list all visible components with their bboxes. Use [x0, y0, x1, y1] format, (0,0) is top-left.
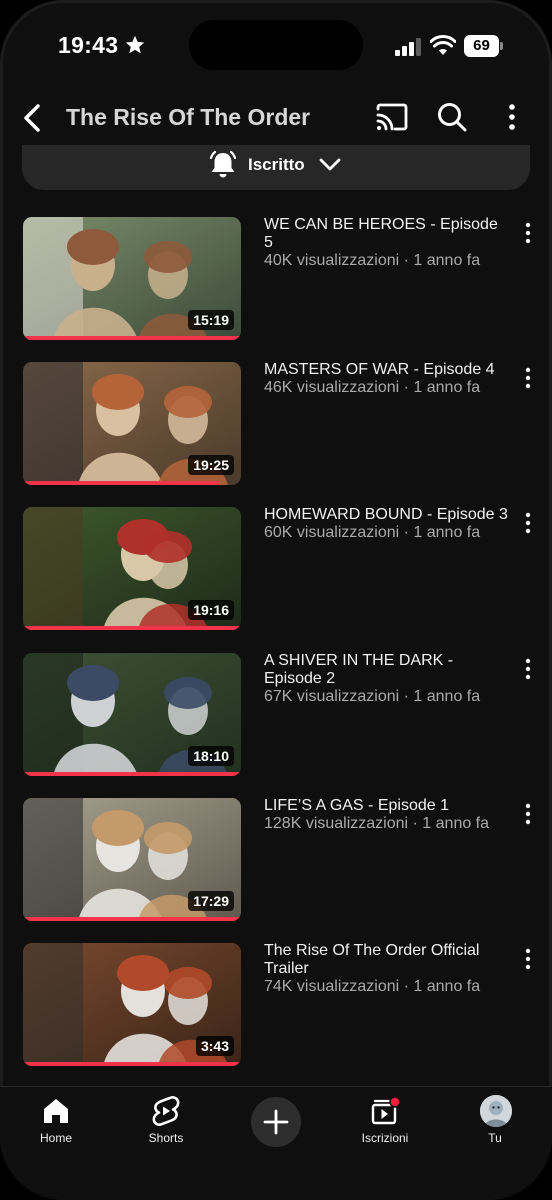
- more-options-button[interactable]: [500, 101, 524, 133]
- status-time: 19:43: [58, 32, 119, 58]
- video-thumbnail[interactable]: 3:43: [23, 943, 241, 1066]
- app-bar: The Rise Of The Order: [0, 92, 552, 144]
- video-thumbnail[interactable]: 19:16: [23, 507, 241, 631]
- dynamic-island: [189, 20, 363, 70]
- nav-shorts-label: Shorts: [148, 1131, 184, 1145]
- subscriptions-icon: [371, 1096, 401, 1125]
- video-more-options-button[interactable]: [520, 947, 536, 971]
- video-more-options-button[interactable]: [520, 802, 536, 826]
- watch-progress-bar: [23, 1062, 241, 1066]
- video-meta: 60K visualizzazioni · 1 anno fa: [264, 524, 481, 542]
- video-title[interactable]: WE CAN BE HEROES - Episode 5: [264, 216, 509, 252]
- video-meta: 67K visualizzazioni · 1 anno fa: [264, 687, 481, 705]
- watch-progress-bar: [23, 481, 220, 486]
- video-item[interactable]: 17:29 LIFE’S A GAS - Episode 1 128K visual…: [0, 797, 552, 922]
- battery-level: 69: [464, 35, 499, 57]
- avatar: [480, 1095, 512, 1127]
- video-duration: 18:10: [188, 745, 234, 766]
- nav-subscriptions-label: Iscrizioni: [361, 1131, 409, 1145]
- create-button[interactable]: [251, 1097, 301, 1147]
- video-meta: 46K visualizzazioni · 1 anno fa: [264, 379, 481, 397]
- video-meta: 74K visualizzazioni · 1 anno fa: [264, 978, 481, 995]
- status-bar: 19:43 69: [0, 0, 552, 92]
- video-more-options-button[interactable]: [520, 366, 536, 390]
- nav-you-label: Tu: [488, 1131, 502, 1145]
- video-more-options-button[interactable]: [520, 221, 536, 245]
- search-button[interactable]: [436, 101, 468, 133]
- video-item[interactable]: 3:43 The Rise Of The Order Official Trail…: [0, 942, 552, 1067]
- video-thumbnail[interactable]: 15:19: [23, 217, 241, 340]
- subscribed-label: Iscritto: [248, 155, 305, 174]
- video-meta: 40K visualizzazioni · 1 anno fa: [264, 252, 481, 269]
- shorts-icon: [152, 1096, 180, 1126]
- video-title[interactable]: A SHIVER IN THE DARK - Episode 2: [264, 652, 509, 688]
- nav-home[interactable]: Home: [16, 1087, 96, 1157]
- video-title[interactable]: LIFE’S A GAS - Episode 1: [264, 797, 509, 815]
- video-item[interactable]: 15:19 WE CAN BE HEROES - Episode 5 40K vis…: [0, 216, 552, 341]
- plus-icon: [263, 1109, 289, 1135]
- watch-progress-bar: [23, 771, 241, 776]
- video-more-options-button[interactable]: [520, 511, 536, 535]
- watch-progress-bar: [23, 336, 241, 340]
- watch-progress-bar: [23, 626, 241, 631]
- video-thumbnail[interactable]: 17:29: [23, 797, 241, 921]
- cellular-signal-icon: [395, 38, 421, 56]
- video-duration: 15:19: [188, 310, 234, 330]
- video-meta: 128K visualizzazioni · 1 anno fa: [264, 814, 490, 832]
- cast-button[interactable]: [375, 102, 409, 132]
- video-thumbnail[interactable]: 18:10: [23, 652, 241, 776]
- chevron-down-icon: [319, 158, 341, 171]
- subscribed-button[interactable]: Iscritto: [22, 145, 530, 190]
- avatar-image: [480, 1095, 512, 1127]
- video-title[interactable]: HOMEWARD BOUND - Episode 3: [264, 506, 509, 524]
- wifi-icon: [430, 35, 456, 55]
- video-title[interactable]: MASTERS OF WAR - Episode 4: [264, 361, 509, 379]
- watch-progress-bar: [23, 916, 241, 921]
- phone-screen: 19:43 69 The Rise Of The Order Iscritto …: [0, 0, 552, 1200]
- video-item[interactable]: 18:10 A SHIVER IN THE DARK - Episode 2 67K…: [0, 652, 552, 777]
- video-duration: 17:29: [188, 890, 234, 911]
- nav-you[interactable]: Tu: [455, 1087, 535, 1157]
- video-item[interactable]: 19:16 HOMEWARD BOUND - Episode 3 60K visua…: [0, 506, 552, 631]
- home-icon: [44, 1099, 68, 1123]
- battery-indicator: 69: [464, 35, 504, 57]
- video-duration: 19:25: [188, 455, 234, 476]
- video-more-options-button[interactable]: [520, 657, 536, 681]
- back-button[interactable]: [18, 100, 48, 136]
- video-title[interactable]: The Rise Of The Order Official Trailer: [264, 942, 509, 978]
- video-item[interactable]: 19:25 MASTERS OF WAR - Episode 4 46K visua…: [0, 361, 552, 486]
- notification-bell-icon: [209, 150, 237, 178]
- nav-subscriptions[interactable]: Iscrizioni: [345, 1087, 425, 1157]
- video-duration: 19:16: [188, 600, 234, 621]
- page-title: The Rise Of The Order: [66, 104, 311, 130]
- nav-shorts[interactable]: Shorts: [126, 1087, 206, 1157]
- video-thumbnail[interactable]: 19:25: [23, 362, 241, 486]
- star-icon: [125, 35, 145, 54]
- nav-home-label: Home: [39, 1131, 72, 1145]
- video-duration: 3:43: [195, 1036, 234, 1056]
- bottom-navigation: Home Shorts Iscrizioni Tu: [0, 1086, 552, 1200]
- battery-cap: [500, 42, 503, 50]
